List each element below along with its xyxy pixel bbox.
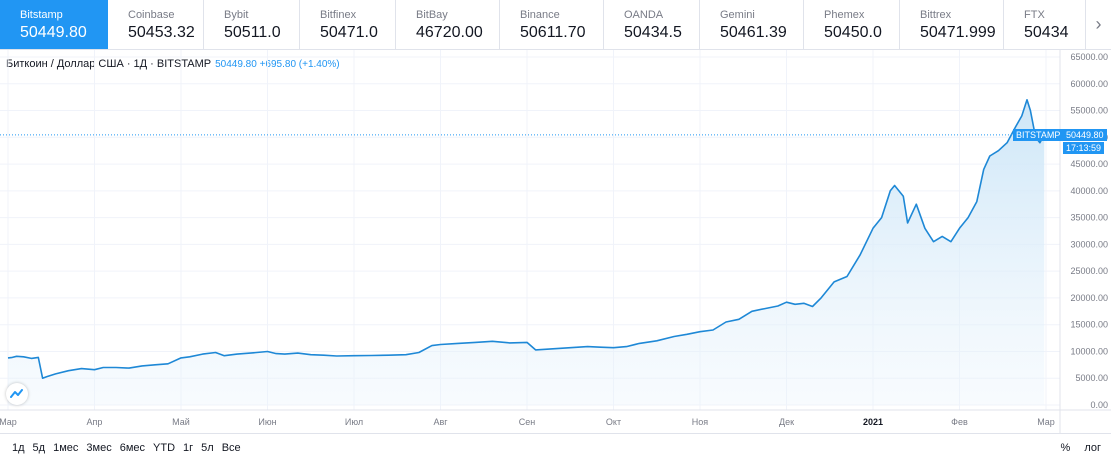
y-tick-label: 5000.00 [1075,373,1108,383]
x-tick-label: Мар [0,417,17,427]
y-tick-label: 40000.00 [1070,186,1108,196]
x-tick-label: Окт [606,417,621,427]
x-tick-label: Июл [345,417,363,427]
exchange-price: 50449.80 [20,24,87,41]
log-toggle[interactable]: лог [1084,442,1101,454]
exchange-tab-ftx[interactable]: FTX 50434 [1004,0,1094,49]
exchange-name: Bitfinex [320,9,357,21]
exchange-tab-binance[interactable]: Binance 50611.70 [500,0,604,49]
exchange-tab-oanda[interactable]: OANDA 50434.5 [604,0,700,49]
range-button[interactable]: 3мес [86,442,111,454]
exchange-price: 50453.32 [128,24,195,41]
exchange-name: Binance [520,9,560,21]
exchange-tab-phemex[interactable]: Phemex 50450.0 [804,0,900,49]
tradingview-logo-icon[interactable] [6,383,28,405]
exchange-tabs: Bitstamp 50449.80 Coinbase 50453.32 Bybit 505… [0,0,1111,50]
exchange-price: 50450.0 [824,24,882,41]
price-area [7,99,1045,406]
exchange-name: OANDA [624,9,664,21]
exchange-price: 50511.0 [224,24,281,41]
exchange-price: 50434 [1024,24,1069,41]
last-price-tag: 50449.80 [1063,128,1107,141]
range-button[interactable]: YTD [153,442,175,454]
x-tick-label: Авг [433,417,448,427]
x-tick-label: Мар [1037,417,1055,427]
range-button[interactable]: 5л [201,442,214,454]
range-button[interactable]: 6мес [120,442,145,454]
x-axis: Мар Апр Май Июн Июл Авг Сен Окт Ноя Дек 2021 Фев Мар [0,417,1055,427]
exchange-name: BitBay [416,9,448,21]
exchange-tab-bitbay[interactable]: BitBay 46720.00 [396,0,500,49]
exchange-price: 50461.39 [720,24,787,41]
x-tick-label: Май [172,417,190,427]
price-area-fill [8,99,1045,406]
exchange-price: 50471.999 [920,24,996,41]
y-tick-label: 30000.00 [1070,239,1108,249]
exchange-tab-bybit[interactable]: Bybit 50511.0 [204,0,300,49]
x-tick-label: Апр [87,417,103,427]
exchange-tab-gemini[interactable]: Gemini 50461.39 [700,0,804,49]
bottom-toolbar: 1д 5д 1мес 3мес 6мес YTD 1г 5л Все % лог [0,433,1111,462]
y-tick-label: 0.00 [1090,400,1108,410]
range-button[interactable]: 1д [12,442,25,454]
exchange-price: 46720.00 [416,24,483,41]
exchange-price: 50471.0 [320,24,378,41]
y-tick-label: 65000.00 [1070,52,1108,62]
y-tick-label: 20000.00 [1070,293,1108,303]
x-tick-label: 2021 [863,417,883,427]
x-tick-label: Дек [779,417,794,427]
y-tick-label: 55000.00 [1070,106,1108,116]
exchange-name: Gemini [720,9,755,21]
x-tick-label: Сен [519,417,536,427]
exchange-price-tag: BITSTAMP [1013,128,1064,141]
x-tick-label: Фев [951,417,968,427]
exchange-tab-bitstamp[interactable]: Bitstamp 50449.80 [0,0,108,49]
exchange-tab-bittrex[interactable]: Bittrex 50471.999 [900,0,1004,49]
range-button[interactable]: Все [222,442,241,454]
exchange-name: Bittrex [920,9,952,21]
y-tick-label: 10000.00 [1070,346,1108,356]
y-tick-label: 25000.00 [1070,266,1108,276]
x-tick-label: Ноя [692,417,709,427]
chevron-right-icon[interactable]: › [1085,0,1111,49]
y-tick-label: 45000.00 [1070,159,1108,169]
y-tick-label: 60000.00 [1070,79,1108,89]
exchange-name: Coinbase [128,9,175,21]
exchange-name: Bybit [224,9,249,21]
x-tick-label: Июн [258,417,276,427]
exchange-price: 50611.70 [520,24,586,41]
y-tick-label: 35000.00 [1070,213,1108,223]
countdown-tag: 17:13:59 [1063,141,1105,154]
range-button[interactable]: 5д [33,442,46,454]
percent-toggle[interactable]: % [1061,442,1071,454]
exchange-tab-bitfinex[interactable]: Bitfinex 50471.0 [300,0,396,49]
range-button[interactable]: 1мес [53,442,78,454]
exchange-name: Bitstamp [20,9,63,21]
exchange-name: FTX [1024,9,1045,21]
range-button[interactable]: 1г [183,442,193,454]
exchange-price: 50434.5 [624,24,682,41]
exchange-name: Phemex [824,9,865,21]
y-tick-label: 15000.00 [1070,320,1108,330]
price-chart[interactable]: 65000.0060000.0055000.0050000.0045000.00… [0,50,1111,433]
exchange-tab-coinbase[interactable]: Coinbase 50453.32 [108,0,204,49]
